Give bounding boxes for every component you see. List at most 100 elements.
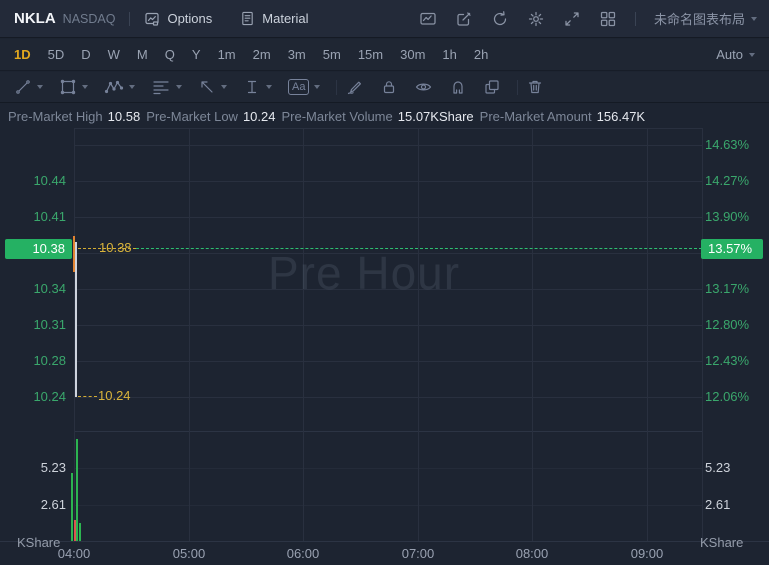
timeframe-m[interactable]: M xyxy=(137,47,148,62)
candle-mode-selector[interactable]: Auto xyxy=(716,47,755,62)
delete-drawings-button[interactable] xyxy=(526,78,544,96)
candle-mode-label: Auto xyxy=(716,47,743,62)
gridline xyxy=(74,468,702,469)
lock-icon xyxy=(384,81,395,94)
arrow-tool-icon xyxy=(201,81,213,93)
material-icon xyxy=(242,11,254,26)
fullscreen-button[interactable] xyxy=(561,8,583,30)
chevron-down-icon xyxy=(176,85,182,89)
chevron-down-icon xyxy=(751,16,757,21)
options-menu[interactable]: Options xyxy=(144,11,212,27)
lock-drawings-button[interactable] xyxy=(380,78,398,96)
volume-bar-up xyxy=(76,439,78,541)
timeframe-3m[interactable]: 3m xyxy=(288,47,306,62)
text-cursor-tool-button[interactable] xyxy=(243,78,272,96)
premarket-amount-label: Pre-Market Amount xyxy=(479,108,592,124)
chart-canvas[interactable]: Pre Hour 10.44 10.41 10.34 10.31 10.28 1… xyxy=(0,128,769,565)
premarket-volume-value: 15.07KShare xyxy=(397,108,474,124)
timeframe-d[interactable]: D xyxy=(81,47,90,62)
divider xyxy=(129,11,131,26)
exchange-label: NASDAQ xyxy=(62,11,116,26)
timeframe-y[interactable]: Y xyxy=(192,47,201,62)
premarket-high-value: 10.58 xyxy=(107,108,141,124)
time-tick: 08:00 xyxy=(515,546,549,561)
magnet-snap-button[interactable] xyxy=(449,78,467,96)
gridline xyxy=(74,505,702,506)
gear-icon xyxy=(528,11,544,26)
gridline xyxy=(418,128,419,541)
timeframe-5m[interactable]: 5m xyxy=(323,47,341,62)
options-icon xyxy=(145,12,160,26)
timeframe-1d[interactable]: 1D xyxy=(14,47,31,62)
chart-layout-selector[interactable]: 未命名图表布局 xyxy=(654,9,757,28)
freehand-draw-button[interactable] xyxy=(345,78,364,96)
text-cursor-icon xyxy=(247,80,257,94)
trash-icon xyxy=(529,80,542,94)
timeframe-2h[interactable]: 2h xyxy=(474,47,488,62)
timeframe-1m[interactable]: 1m xyxy=(218,47,236,62)
price-tick: 10.24 xyxy=(33,389,66,404)
timeframe-5d[interactable]: 5D xyxy=(48,47,65,62)
chevron-down-icon xyxy=(129,85,135,89)
timeframe-bar: 1D 5D D W M Q Y 1m 2m 3m 5m 15m 30m 1h 2… xyxy=(0,39,769,71)
time-tick: 06:00 xyxy=(286,546,320,561)
shape-tool-button[interactable] xyxy=(59,78,88,96)
low-price-dash xyxy=(78,396,97,397)
price-tick: 10.31 xyxy=(33,317,66,332)
premarket-low-value: 10.24 xyxy=(242,108,276,124)
volume-bar-up xyxy=(79,523,81,541)
timeframe-1h[interactable]: 1h xyxy=(442,47,456,62)
rectangle-tool-icon xyxy=(60,79,76,95)
volume-unit-right: KShare xyxy=(700,535,744,550)
magnet-icon xyxy=(453,81,464,94)
duplicate-icon xyxy=(485,80,500,94)
volume-tick: 5.23 xyxy=(40,460,66,475)
price-tick: 10.44 xyxy=(33,173,66,188)
plot-right-border xyxy=(702,128,703,541)
material-menu[interactable]: Material xyxy=(240,11,309,26)
pattern-tool-button[interactable] xyxy=(104,78,135,96)
price-trace-wick xyxy=(75,242,77,397)
premarket-volume-label: Pre-Market Volume xyxy=(281,108,393,124)
time-tick: 09:00 xyxy=(630,546,664,561)
timeframe-15m[interactable]: 15m xyxy=(358,47,383,62)
premarket-amount-value: 156.47K xyxy=(596,108,646,124)
timeframe-30m[interactable]: 30m xyxy=(400,47,425,62)
chevron-down-icon xyxy=(37,85,43,89)
label-tool-button[interactable]: Aa xyxy=(288,79,321,95)
fibonacci-lines-icon xyxy=(153,81,169,95)
eye-icon xyxy=(416,83,432,91)
chevron-down-icon xyxy=(82,85,88,89)
fibonacci-tool-button[interactable] xyxy=(151,78,182,96)
low-price-label: 10.24 xyxy=(98,388,131,403)
arrow-tool-button[interactable] xyxy=(198,78,227,96)
fullscreen-icon xyxy=(565,11,579,26)
chart-snapshot-icon xyxy=(420,12,436,25)
chart-snapshot-button[interactable] xyxy=(417,8,439,30)
volume-tick: 2.61 xyxy=(40,497,66,512)
line-tool-button[interactable] xyxy=(14,78,43,96)
gridline xyxy=(74,128,702,129)
divider xyxy=(517,79,519,95)
price-tick: 10.41 xyxy=(33,209,66,224)
time-axis-line xyxy=(0,541,769,542)
session-watermark: Pre Hour xyxy=(268,247,461,299)
layout-grid-button[interactable] xyxy=(597,8,619,30)
settings-button[interactable] xyxy=(525,8,547,30)
percent-tick: 13.17% xyxy=(705,281,750,296)
pane-divider xyxy=(74,431,702,432)
premarket-low-label: Pre-Market Low xyxy=(146,108,238,124)
timeframe-2m[interactable]: 2m xyxy=(253,47,271,62)
duplicate-button[interactable] xyxy=(483,78,501,96)
trading-app-window: NKLA NASDAQ Options Material 未命名图表布局 1D … xyxy=(0,0,769,565)
time-tick: 05:00 xyxy=(172,546,206,561)
divider xyxy=(634,11,636,26)
visibility-button[interactable] xyxy=(414,78,433,96)
refresh-button[interactable] xyxy=(489,8,511,30)
timeframe-q[interactable]: Q xyxy=(165,47,175,62)
edit-button[interactable] xyxy=(453,8,475,30)
percent-tick: 12.06% xyxy=(705,389,750,404)
percent-tick: 14.27% xyxy=(705,173,750,188)
gridline xyxy=(74,217,702,218)
timeframe-w[interactable]: W xyxy=(108,47,120,62)
